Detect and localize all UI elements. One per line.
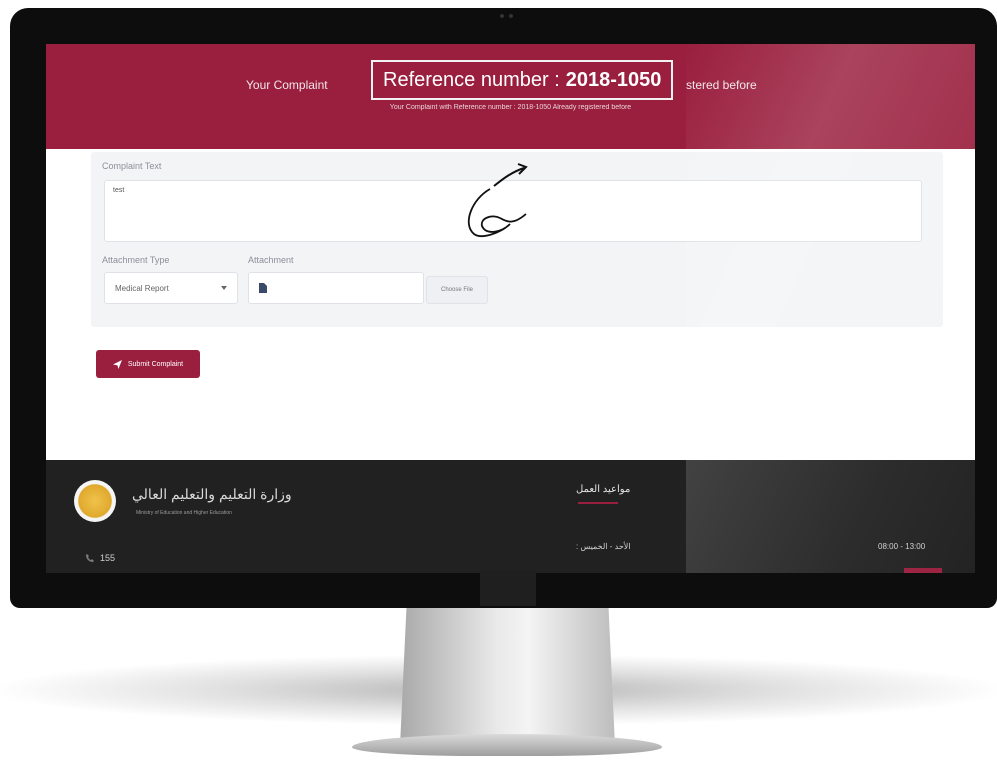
banner-message-left: Your Complaint	[246, 78, 328, 92]
phone-number: 155	[100, 553, 116, 563]
attachment-type-label: Attachment Type	[102, 255, 170, 265]
attachment-type-select[interactable]: Medical Report	[104, 272, 238, 304]
banner-message-right: stered before	[686, 78, 757, 92]
attachment-type-value: Medical Report	[115, 283, 169, 293]
working-hours-title: مواعيد العمل	[576, 484, 631, 495]
monitor-base	[352, 734, 662, 756]
site-footer: وزارة التعليم والتعليم العالي Ministry o…	[46, 460, 975, 573]
file-icon	[259, 283, 267, 293]
working-hours-time: 08:00 - 13:00	[878, 542, 926, 551]
ministry-name-english: Ministry of Education and Higher Educati…	[136, 510, 232, 516]
reference-number-label: Reference number :	[383, 68, 560, 91]
monitor-bezel: Your Complaint stered before Your Compla…	[10, 8, 997, 608]
attachment-label: Attachment	[248, 255, 294, 265]
caret-down-icon	[221, 286, 227, 290]
state-emblem-logo	[74, 480, 116, 522]
step-annotation-arrow	[468, 163, 528, 237]
phone-icon	[86, 554, 94, 562]
back-to-top-tab[interactable]	[904, 568, 942, 573]
choose-file-button[interactable]: Choose File	[426, 276, 488, 304]
monitor-stand	[400, 608, 615, 746]
confirmation-banner: Your Complaint stered before Your Compla…	[46, 44, 975, 149]
attachment-file-field[interactable]	[248, 272, 424, 304]
submit-complaint-label: Submit Complaint	[127, 360, 184, 368]
paper-plane-icon	[112, 359, 122, 369]
camera-icon	[496, 14, 516, 20]
complaint-text-label: Complaint Text	[102, 161, 162, 171]
banner-sub-message: Your Complaint with Reference number : 2…	[389, 104, 632, 111]
submit-complaint-button[interactable]: Submit Complaint	[96, 350, 200, 378]
phone-contact[interactable]: 155	[86, 553, 115, 563]
monitor-logo	[480, 570, 536, 606]
ministry-name-arabic: وزارة التعليم والتعليم العالي	[132, 486, 292, 502]
screen: Your Complaint stered before Your Compla…	[46, 44, 975, 573]
reference-number-value: 2018-1050	[565, 68, 662, 91]
reference-number-callout: Reference number : 2018-1050	[371, 60, 674, 100]
working-hours-underline	[578, 502, 618, 504]
working-days: الأحد - الخميس :	[576, 542, 631, 551]
